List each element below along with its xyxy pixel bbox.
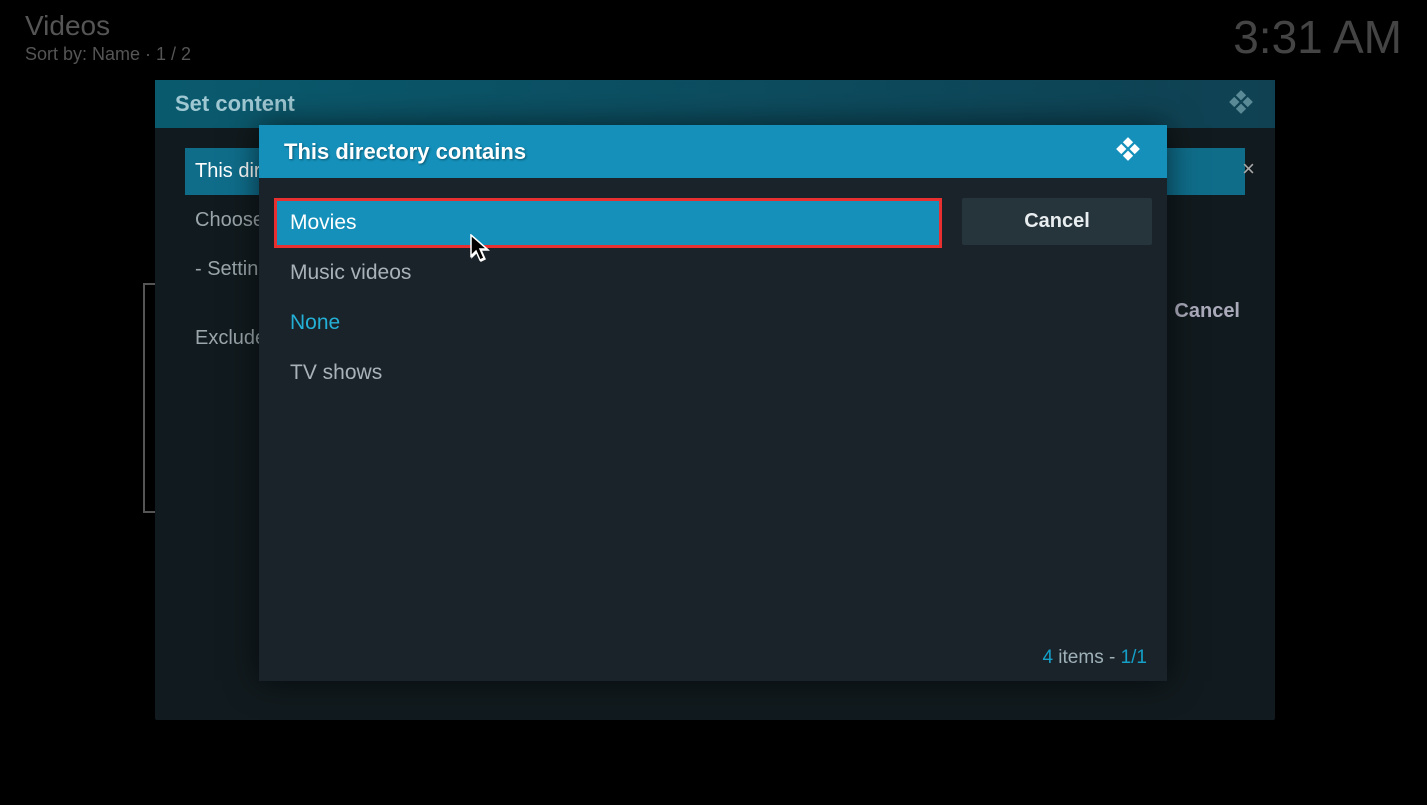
- list-item-tv-shows[interactable]: TV shows: [274, 348, 942, 398]
- kodi-logo-icon: [1114, 135, 1142, 168]
- clock: 3:31 AM: [1233, 10, 1402, 65]
- list-item-none[interactable]: None: [274, 298, 942, 348]
- background-header: Videos Sort by: Name · 1 / 2 3:31 AM: [25, 10, 1402, 65]
- inner-dialog-header: This directory contains: [259, 125, 1167, 178]
- list-item-movies[interactable]: Movies: [274, 198, 942, 248]
- cancel-button[interactable]: Cancel: [962, 198, 1152, 245]
- outer-dialog-title: Set content: [175, 91, 295, 117]
- status-items-word: items -: [1053, 647, 1121, 668]
- directory-contains-dialog: This directory contains Movies Music vid…: [259, 125, 1167, 681]
- grouping-bracket: [143, 283, 155, 513]
- page-section-title: Videos: [25, 10, 191, 42]
- item-count-status: 4 items - 1/1: [1042, 647, 1147, 669]
- sort-indicator: Sort by: Name · 1 / 2: [25, 44, 191, 65]
- inner-dialog-title: This directory contains: [284, 139, 526, 165]
- status-count: 4: [1042, 647, 1053, 668]
- outer-dialog-header: Set content: [155, 80, 1275, 128]
- status-page: 1/1: [1121, 647, 1147, 668]
- content-type-list: Movies Music videos None TV shows: [274, 198, 942, 681]
- list-item-music-videos[interactable]: Music videos: [274, 248, 942, 298]
- close-icon[interactable]: ×: [1242, 156, 1255, 182]
- outer-cancel-button[interactable]: Cancel: [1174, 300, 1240, 323]
- kodi-logo-icon: [1227, 88, 1255, 121]
